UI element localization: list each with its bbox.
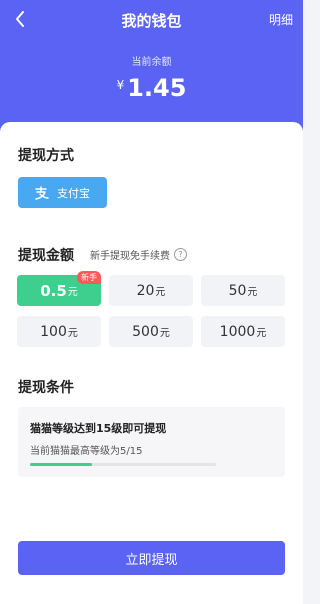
- help-icon[interactable]: ?: [174, 248, 187, 261]
- amount-option-100[interactable]: 100 元: [17, 316, 101, 347]
- amount-unit: 元: [67, 328, 78, 339]
- amount-option-0.5[interactable]: 0.5 元 新手: [17, 271, 101, 306]
- amount-option-1000[interactable]: 1000 元: [201, 316, 285, 347]
- amount-value: 20: [136, 282, 155, 299]
- condition-section-title: 提现条件: [18, 380, 74, 396]
- detail-link[interactable]: 明细: [269, 11, 293, 28]
- fee-hint-text: 新手提现免手续费: [90, 251, 170, 262]
- condition-status: 当前猫猫最高等级为5/15: [30, 446, 143, 457]
- alipay-icon: [35, 185, 49, 200]
- amount-unit: 元: [256, 328, 267, 339]
- wallet-header: 我的钱包 明细 当前余额 ¥1.45: [0, 0, 303, 140]
- amount-option-20[interactable]: 20 元: [109, 275, 193, 306]
- currency-symbol: ¥: [116, 78, 125, 92]
- amount-value: 500: [132, 323, 159, 340]
- amount-value: 100: [40, 323, 67, 340]
- amount-option-50[interactable]: 50 元: [201, 275, 285, 306]
- amount-option-500[interactable]: 500 元: [109, 316, 193, 347]
- alipay-label: 支付宝: [57, 186, 90, 200]
- newbie-badge: 新手: [77, 271, 101, 284]
- amount-unit: 元: [155, 287, 166, 298]
- page-title: 我的钱包: [121, 12, 182, 30]
- fee-hint: 新手提现免手续费 ?: [90, 247, 187, 262]
- balance-amount: 1.45: [127, 74, 187, 102]
- level-progress-fill: [30, 463, 92, 466]
- withdraw-card: 提现方式 支付宝 提现金额 新手提现免手续费 ? 0.5 元 新手 20 元 50 元…: [0, 122, 303, 604]
- amount-unit: 元: [159, 328, 170, 339]
- amount-value: 0.5: [40, 281, 67, 300]
- alipay-option-button[interactable]: 支付宝: [18, 177, 107, 208]
- amount-section-title: 提现金额: [18, 248, 74, 264]
- balance-display: ¥1.45: [0, 74, 303, 102]
- balance-label: 当前余额: [131, 57, 172, 68]
- amount-unit: 元: [67, 287, 78, 298]
- method-section-title: 提现方式: [18, 148, 74, 164]
- amount-value: 50: [228, 282, 247, 299]
- amount-unit: 元: [247, 287, 258, 298]
- amount-value: 1000: [219, 323, 256, 340]
- condition-requirement: 猫猫等级达到15级即可提现: [30, 422, 167, 435]
- withdraw-button[interactable]: 立即提现: [18, 541, 285, 575]
- condition-box: 猫猫等级达到15级即可提现 当前猫猫最高等级为5/15: [18, 407, 285, 477]
- level-progress-bar: [30, 463, 216, 466]
